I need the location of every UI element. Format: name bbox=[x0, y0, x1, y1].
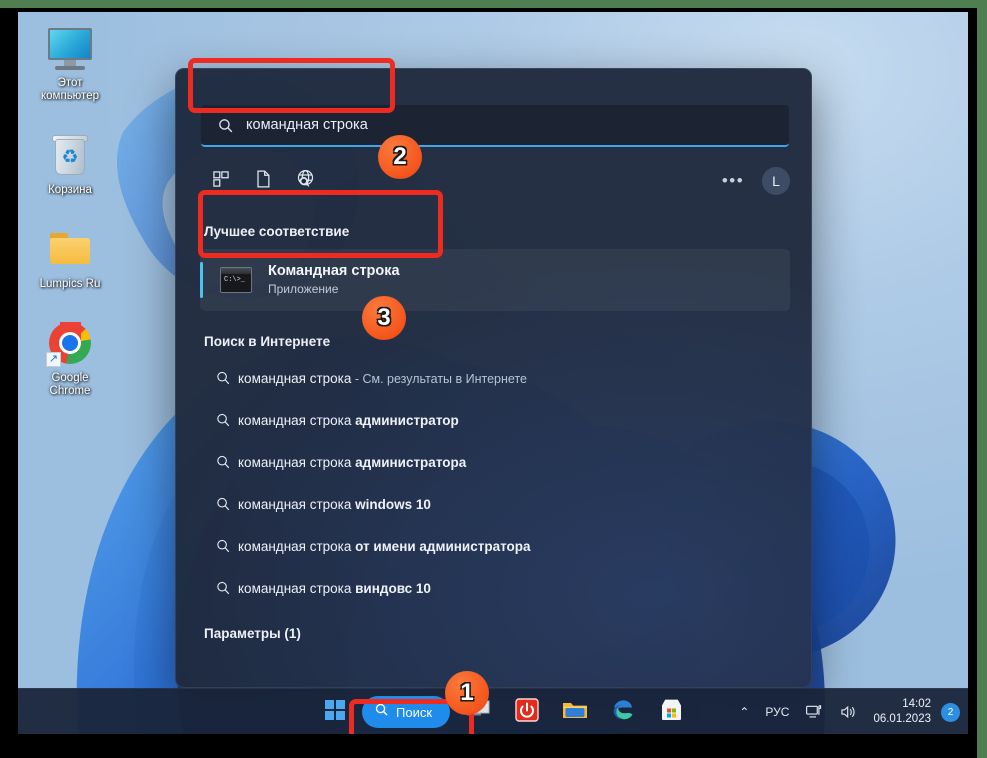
network-icon[interactable] bbox=[798, 695, 830, 729]
task-view-icon bbox=[467, 700, 491, 725]
shortcut-arrow-icon: ↗ bbox=[46, 352, 61, 367]
microsoft-store-button[interactable] bbox=[650, 693, 692, 731]
web-suggestion-item[interactable]: командная строка windows 10 bbox=[200, 483, 790, 525]
search-icon bbox=[208, 496, 238, 513]
search-icon bbox=[208, 538, 238, 555]
selection-accent-bar bbox=[200, 262, 203, 298]
desktop-icon-label: Lumpics Ru bbox=[39, 278, 101, 290]
best-match-subtitle: Приложение bbox=[268, 282, 339, 296]
web-suggestion-label: командная строка администратор bbox=[238, 412, 459, 428]
best-match-result[interactable]: C:\>_ Командная строка Приложение bbox=[200, 249, 790, 311]
windows-desktop: Этот компьютер ♻ Корзина Lumpics Ru ↗ Go… bbox=[18, 12, 968, 734]
search-input-field[interactable]: командная строка bbox=[201, 105, 789, 147]
notification-badge[interactable]: 2 bbox=[941, 702, 960, 722]
desktop-icon-label: Корзина bbox=[48, 184, 92, 196]
recycle-bin-icon: ♻ bbox=[46, 131, 94, 179]
web-suggestion-label: командная строка windows 10 bbox=[238, 496, 431, 512]
web-suggestion-label: командная строка - См. результаты в Инте… bbox=[238, 370, 527, 386]
web-suggestion-item[interactable]: командная строка администратора bbox=[200, 441, 790, 483]
chrome-icon: ↗ bbox=[46, 319, 94, 367]
desktop-icon-list: Этот компьютер ♻ Корзина Lumpics Ru ↗ Go… bbox=[20, 18, 120, 420]
web-suggestion-label: командная строка от имени администратора bbox=[238, 538, 531, 554]
system-tray: ⌃ РУС 14:02 06.01.2023 2 bbox=[732, 689, 960, 734]
tray-expand-chevron[interactable]: ⌃ bbox=[732, 695, 756, 729]
apps-filter-button[interactable] bbox=[200, 164, 242, 198]
desktop-icon-this-pc[interactable]: Этот компьютер bbox=[20, 18, 120, 107]
apps-grid-icon bbox=[211, 169, 231, 194]
command-prompt-icon: C:\>_ bbox=[220, 267, 252, 293]
folder-icon bbox=[562, 699, 588, 726]
web-suggestion-item[interactable]: командная строка виндовс 10 bbox=[200, 567, 790, 609]
desktop-icon-label: Google Chrome bbox=[49, 372, 91, 397]
power-red-icon bbox=[515, 697, 539, 727]
search-filter-bar: ••• L bbox=[200, 161, 790, 201]
clock[interactable]: 14:02 06.01.2023 bbox=[867, 697, 939, 727]
web-suggestion-item[interactable]: командная строка от имени администратора bbox=[200, 525, 790, 567]
start-button[interactable] bbox=[314, 693, 356, 731]
taskbar-search-button[interactable]: Поиск bbox=[362, 696, 451, 728]
shutdown-shortcut[interactable] bbox=[506, 693, 548, 731]
language-indicator[interactable]: РУС bbox=[758, 695, 796, 729]
web-filter-button[interactable] bbox=[284, 164, 326, 198]
clock-time: 14:02 bbox=[902, 698, 931, 710]
globe-search-icon bbox=[295, 168, 316, 194]
web-suggestion-item[interactable]: командная строка администратор bbox=[200, 399, 790, 441]
folder-icon bbox=[46, 225, 94, 273]
search-icon bbox=[208, 370, 238, 387]
search-icon bbox=[208, 454, 238, 471]
taskbar: Поиск ⌃ РУС 14:02 06.01.2023 2 bbox=[18, 688, 968, 734]
monitor-icon bbox=[46, 24, 94, 72]
taskbar-center-group: Поиск bbox=[314, 689, 692, 734]
task-view-button[interactable] bbox=[458, 693, 500, 731]
search-icon bbox=[217, 117, 234, 134]
command-prompt-icon-text: C:\>_ bbox=[224, 276, 246, 284]
taskbar-search-label: Поиск bbox=[396, 704, 433, 720]
settings-results-heading: Параметры (1) bbox=[204, 626, 301, 641]
search-query-text: командная строка bbox=[246, 117, 368, 133]
web-suggestion-label: командная строка виндовс 10 bbox=[238, 580, 431, 596]
web-suggestion-label: командная строка администратора bbox=[238, 454, 467, 470]
desktop-icon-lumpics-folder[interactable]: Lumpics Ru bbox=[20, 219, 120, 295]
document-icon bbox=[253, 169, 273, 194]
desktop-icon-recycle-bin[interactable]: ♻ Корзина bbox=[20, 125, 120, 201]
file-explorer-button[interactable] bbox=[554, 693, 596, 731]
web-suggestion-list: командная строка - См. результаты в Инте… bbox=[200, 357, 790, 609]
web-search-heading: Поиск в Интернете bbox=[204, 334, 331, 349]
page-root: Этот компьютер ♻ Корзина Lumpics Ru ↗ Go… bbox=[0, 0, 987, 758]
windows-logo-icon bbox=[325, 699, 345, 725]
volume-icon[interactable] bbox=[832, 695, 865, 729]
search-icon bbox=[208, 412, 238, 429]
search-icon bbox=[208, 580, 238, 597]
account-avatar[interactable]: L bbox=[762, 167, 790, 195]
documents-filter-button[interactable] bbox=[242, 164, 284, 198]
web-suggestion-item[interactable]: командная строка - См. результаты в Инте… bbox=[200, 357, 790, 399]
store-icon bbox=[660, 698, 683, 726]
search-icon bbox=[374, 702, 389, 722]
edge-icon bbox=[611, 698, 635, 727]
microsoft-edge-button[interactable] bbox=[602, 693, 644, 731]
best-match-heading: Лучшее соответствие bbox=[204, 224, 350, 239]
best-match-title: Командная строка bbox=[268, 263, 400, 279]
more-options-button[interactable]: ••• bbox=[716, 164, 750, 198]
clock-date: 06.01.2023 bbox=[873, 713, 931, 725]
search-flyout-panel: командная строка ••• L Лучшее соответств… bbox=[175, 68, 812, 688]
desktop-icon-label: Этот компьютер bbox=[41, 77, 99, 102]
desktop-icon-google-chrome[interactable]: ↗ Google Chrome bbox=[20, 313, 120, 402]
best-match-meta: Командная строка Приложение bbox=[268, 262, 400, 298]
